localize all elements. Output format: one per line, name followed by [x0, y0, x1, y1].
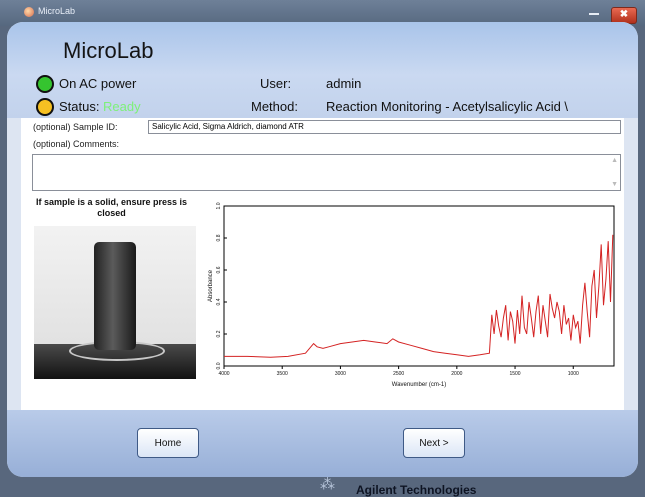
- y-tick-label: 0.8: [216, 234, 222, 241]
- main-window: MicroLab On AC power Status: Ready User:…: [7, 22, 638, 477]
- agilent-spark-icon: ⁂: [320, 476, 335, 493]
- x-tick-label: 4000: [218, 371, 229, 377]
- user-label: User:: [260, 76, 292, 91]
- app-logo-icon: [24, 7, 34, 17]
- y-axis-label: Absorbance: [208, 269, 214, 302]
- x-tick-label: 2000: [451, 371, 462, 377]
- sample-press-image: [34, 226, 196, 379]
- y-tick-label: 0.6: [216, 266, 222, 273]
- y-tick-label: 0.2: [216, 330, 222, 337]
- minimize-button[interactable]: [589, 13, 599, 15]
- spectrum-chart: 4000 3500 3000 2500 2000 1500 1000 0.0 0.2 0.4 0.6…: [208, 202, 615, 388]
- status-value: Ready: [103, 99, 141, 114]
- next-button[interactable]: Next >: [403, 428, 465, 458]
- y-tick-label: 0.4: [216, 298, 222, 305]
- x-tick-label: 1500: [509, 371, 520, 377]
- agilent-logo: ⁂ Agilent Technologies: [320, 476, 500, 497]
- sample-id-input[interactable]: Salicylic Acid, Sigma Aldrich, diamond A…: [148, 120, 621, 134]
- x-axis-label: Wavenumber (cm-1): [392, 382, 446, 388]
- method-label: Method:: [251, 99, 298, 114]
- app-title: MicroLab: [63, 38, 154, 63]
- header-panel: MicroLab On AC power Status: Ready User:…: [7, 22, 638, 118]
- instruction-text: If sample is a solid, ensure press is cl…: [35, 197, 188, 218]
- footer-bar: Home Next >: [7, 410, 638, 477]
- scroll-down-icon[interactable]: ▼: [611, 181, 618, 188]
- window-title: MicroLab: [38, 6, 76, 16]
- user-value: admin: [326, 76, 362, 91]
- status-label: Status:: [59, 99, 100, 114]
- comments-textarea[interactable]: ▲ ▼: [32, 154, 621, 191]
- y-tick-label: 1.0: [216, 202, 222, 209]
- brand-text: Agilent Technologies: [356, 483, 477, 497]
- x-tick-label: 2500: [393, 371, 404, 377]
- y-tick-label: 0.0: [216, 362, 222, 369]
- home-button[interactable]: Home: [137, 428, 199, 458]
- content-panel: (optional) Sample ID: Salicylic Acid, Si…: [21, 118, 624, 410]
- scroll-up-icon[interactable]: ▲: [611, 157, 618, 164]
- comments-label: (optional) Comments:: [33, 139, 120, 149]
- x-tick-label: 1000: [568, 371, 579, 377]
- plot-area: [223, 205, 615, 367]
- status-indicator-icon: [36, 98, 54, 116]
- power-indicator-icon: [36, 75, 54, 93]
- sample-id-label: (optional) Sample ID:: [33, 122, 118, 132]
- method-value: Reaction Monitoring - Acetylsalicylic Ac…: [326, 99, 569, 114]
- x-tick-label: 3500: [277, 371, 288, 377]
- power-status-text: On AC power: [59, 76, 137, 91]
- x-tick-label: 3000: [335, 371, 346, 377]
